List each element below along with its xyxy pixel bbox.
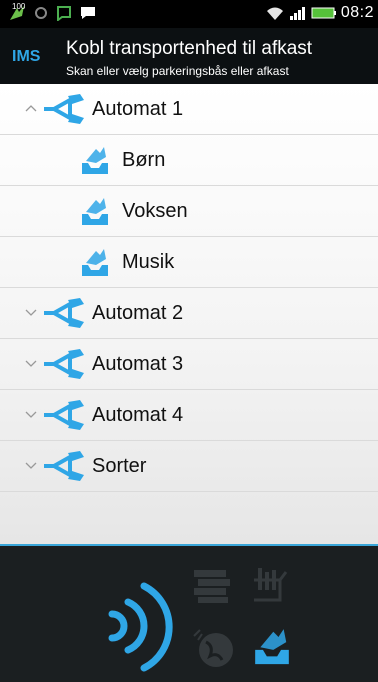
tree-item-label: Automat 1 bbox=[92, 98, 184, 120]
return-tray-icon bbox=[82, 198, 108, 225]
wifi-icon bbox=[266, 7, 283, 20]
connector-icon bbox=[44, 94, 84, 124]
tree-item-label: Voksen bbox=[122, 200, 188, 222]
tree-item-musik[interactable]: Musik bbox=[0, 237, 378, 288]
connector-icon bbox=[44, 298, 84, 328]
notification-badge: 100 bbox=[8, 2, 26, 22]
chevron-down-icon bbox=[25, 462, 37, 469]
tree-item-label: Børn bbox=[122, 149, 166, 171]
tree-item-label: Automat 3 bbox=[92, 353, 184, 375]
chevron-up-icon bbox=[25, 105, 37, 112]
tree-item-automat-3[interactable]: Automat 3 bbox=[0, 339, 378, 390]
app-header: IMS Kobl transportenhed til afkast Skan … bbox=[0, 28, 378, 85]
tree-item-label: Musik bbox=[122, 251, 175, 273]
clock: 08:2 bbox=[340, 4, 374, 21]
connector-icon bbox=[44, 400, 84, 430]
chevron-down-icon bbox=[25, 360, 37, 367]
tree-item-born[interactable]: Børn bbox=[0, 135, 378, 186]
chevron-down-icon bbox=[25, 309, 37, 316]
page-title: Kobl transportenhed til afkast bbox=[66, 38, 313, 59]
app-logo: IMS bbox=[12, 48, 41, 65]
status-left: 100 bbox=[8, 2, 96, 22]
battery-icon bbox=[311, 7, 336, 19]
cart-icon[interactable] bbox=[250, 566, 290, 606]
tree-item-automat-1[interactable]: Automat 1 bbox=[0, 84, 378, 135]
signal-icon bbox=[289, 7, 305, 20]
tree-item-automat-4[interactable]: Automat 4 bbox=[0, 390, 378, 441]
notification-count: 100 bbox=[12, 2, 26, 11]
sync-icon bbox=[35, 7, 47, 19]
nfc-icon[interactable] bbox=[104, 566, 174, 676]
tree-item-label: Sorter bbox=[92, 455, 147, 477]
connector-icon bbox=[44, 349, 84, 379]
return-tray-icon[interactable] bbox=[250, 624, 294, 668]
return-tray-icon bbox=[82, 147, 108, 174]
bottom-dock bbox=[0, 544, 378, 682]
tree-item-label: Automat 4 bbox=[92, 404, 184, 426]
message-icon bbox=[81, 7, 95, 19]
page-subtitle: Skan eller vælg parkeringsbås eller afka… bbox=[66, 64, 289, 78]
connector-icon bbox=[44, 451, 84, 481]
tree-item-sorter[interactable]: Sorter bbox=[0, 441, 378, 492]
status-right: 08:2 bbox=[265, 4, 374, 22]
tree-item-voksen[interactable]: Voksen bbox=[0, 186, 378, 237]
app-notification-icon bbox=[57, 6, 71, 21]
return-tray-icon bbox=[82, 249, 108, 276]
globe-icon[interactable] bbox=[192, 626, 236, 670]
location-tree: Automat 1 Børn Voksen Musik Automat 2 Au… bbox=[0, 84, 378, 544]
books-stack-icon[interactable] bbox=[192, 568, 232, 604]
tree-item-label: Automat 2 bbox=[92, 302, 184, 324]
status-bar: 100 08:2 bbox=[0, 0, 378, 28]
tree-item-automat-2[interactable]: Automat 2 bbox=[0, 288, 378, 339]
chevron-down-icon bbox=[25, 411, 37, 418]
